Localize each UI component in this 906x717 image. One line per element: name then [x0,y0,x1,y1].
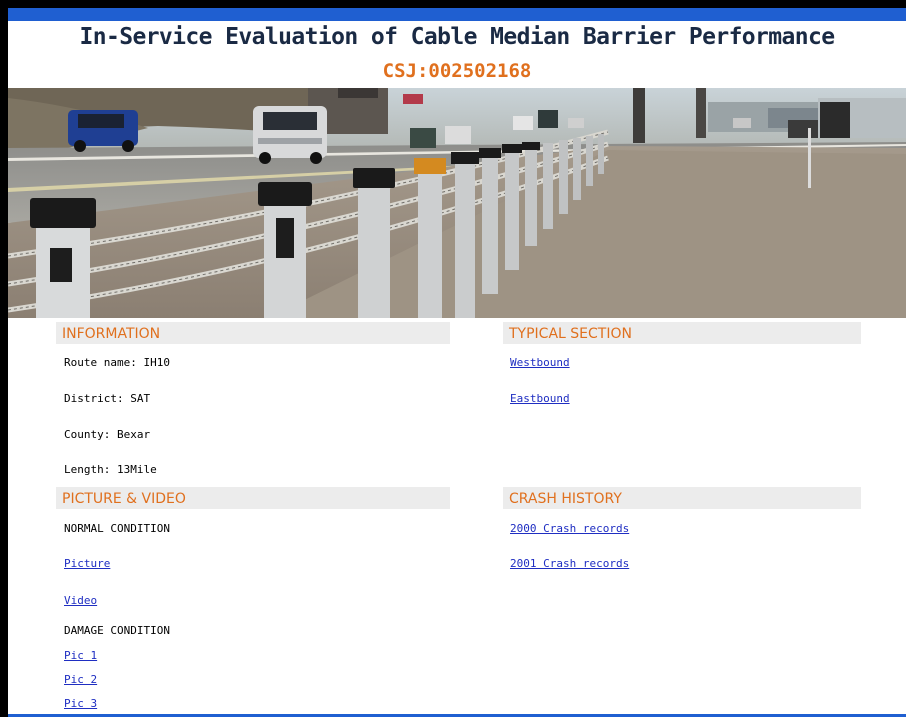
route-name-text: Route name: IH10 [64,356,170,369]
section-header-information: INFORMATION [56,322,450,344]
top-blue-band [8,8,906,21]
window-frame-left [0,0,8,717]
section-header-crash-history: CRASH HISTORY [503,487,861,509]
page-subtitle: CSJ:002502168 [382,60,532,82]
banner-photo [8,88,906,318]
pic-1-link[interactable]: Pic 1 [64,649,97,662]
normal-condition-label: NORMAL CONDITION [64,522,170,535]
crash-records-2000-link[interactable]: 2000 Crash records [510,522,629,535]
crash-records-2001-link[interactable]: 2001 Crash records [510,557,629,570]
pic-3-link[interactable]: Pic 3 [64,697,97,710]
window-frame-top [8,0,906,8]
video-link[interactable]: Video [64,594,97,607]
page-title: In-Service Evaluation of Cable Median Ba… [79,24,835,50]
county-text: County: Bexar [64,428,151,441]
district-text: District: SAT [64,392,151,405]
pic-2-link[interactable]: Pic 2 [64,673,97,686]
section-header-typical-section: TYPICAL SECTION [503,322,861,344]
length-text: Length: 13Mile [64,463,157,476]
eastbound-link[interactable]: Eastbound [510,392,570,405]
westbound-link[interactable]: Westbound [510,356,570,369]
damage-condition-label: DAMAGE CONDITION [64,624,170,637]
section-header-picture-video: PICTURE & VIDEO [56,487,450,509]
picture-link[interactable]: Picture [64,557,110,570]
